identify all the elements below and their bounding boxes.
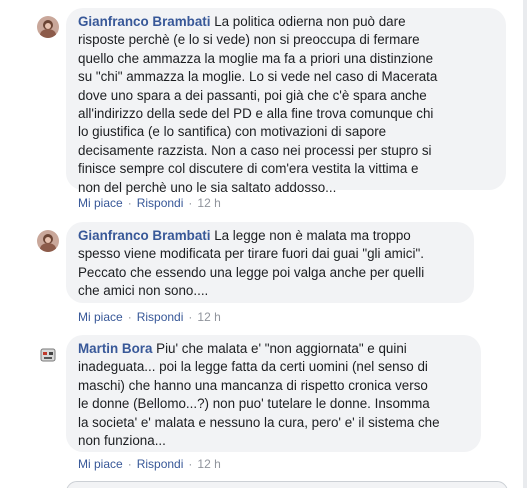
separator: ·	[188, 457, 193, 471]
timestamp[interactable]: 12 h	[197, 457, 220, 471]
comment-text-line: quello che ammazza la moglie ma fa a pri…	[78, 50, 434, 66]
like-link[interactable]: Mi piace	[78, 310, 123, 324]
comment-actions: Mi piace · Rispondi · 12 h	[78, 196, 221, 210]
avatar[interactable]	[37, 16, 59, 38]
comment-text-line: finisce sempre col discutere di com'era …	[78, 161, 419, 177]
avatar-photo-robot	[37, 344, 59, 366]
comments-panel: Gianfranco Brambati La politica odierna …	[0, 0, 527, 488]
avatar-photo-woman	[37, 16, 59, 38]
separator: ·	[127, 457, 132, 471]
avatar[interactable]	[37, 230, 59, 252]
comment-bubble: Gianfranco Brambati La politica odierna …	[66, 8, 506, 195]
comment-text: Piu' che malata e' "non aggiornata" e qu…	[156, 341, 407, 356]
author-name[interactable]: Gianfranco Brambati	[78, 14, 210, 29]
comment-text: La politica odierna non può dare	[214, 14, 406, 29]
comment-text-line: all'indirizzo della sede del PD e alla f…	[78, 106, 434, 122]
avatar-photo-woman	[37, 230, 59, 252]
comment-actions: Mi piace · Rispondi · 12 h	[78, 310, 221, 324]
reply-link[interactable]: Rispondi	[137, 196, 184, 210]
separator: ·	[127, 310, 132, 324]
comment-text-line: che amici non sono....	[78, 283, 209, 299]
avatar[interactable]	[37, 344, 59, 366]
comment-text-line: lo giustifica (e lo santifica) con motiv…	[78, 124, 387, 140]
comment-text-line: risposte perchè (e lo si vede) non si pr…	[78, 32, 420, 48]
comment-text-line: decisamente razzista. Non a caso nei pro…	[78, 142, 432, 158]
comment-text-line: non funziona...	[78, 433, 166, 449]
comment-text-line: non del perchè uno le sia saltato addoss…	[78, 179, 337, 195]
timestamp[interactable]: 12 h	[197, 310, 220, 324]
reply-link[interactable]: Rispondi	[137, 310, 184, 324]
comment-text-line: spesso viene modificata per tirare fuori…	[78, 246, 424, 262]
comment-actions: Mi piace · Rispondi · 12 h	[78, 457, 221, 471]
comment-text-line: maschi) che hanno una mancanza di rispet…	[78, 377, 428, 393]
author-name[interactable]: Gianfranco Brambati	[78, 228, 210, 243]
reply-link[interactable]: Rispondi	[137, 457, 184, 471]
like-link[interactable]: Mi piace	[78, 457, 123, 471]
separator: ·	[188, 196, 193, 210]
comment-text-line: inadeguata... poi la legge fatta da cert…	[78, 359, 428, 375]
reply-input[interactable]	[66, 481, 508, 488]
comment-bubble: Martin Bora Piu' che malata e' "non aggi…	[66, 335, 481, 452]
comment-bubble: Gianfranco Brambati La legge non è malat…	[66, 222, 474, 303]
comment-text-line: la societa' e' malata e nessuno la cura,…	[78, 414, 440, 430]
comment-text-line: su "chi" ammazza la moglie. Lo si vede n…	[78, 69, 438, 85]
scrollbar[interactable]	[523, 0, 527, 488]
author-name[interactable]: Martin Bora	[78, 341, 152, 356]
separator: ·	[127, 196, 132, 210]
comment-text-line: le donne (Bellomo...?) non puo' tutelare…	[78, 396, 430, 412]
comment-text-line: dove uno spara a dei passanti, poi già c…	[78, 87, 427, 103]
like-link[interactable]: Mi piace	[78, 196, 123, 210]
separator: ·	[188, 310, 193, 324]
timestamp[interactable]: 12 h	[197, 196, 220, 210]
comment-text: La legge non è malata ma troppo	[214, 228, 411, 243]
comment-text-line: Peccato che essendo una legge poi valga …	[78, 264, 425, 280]
